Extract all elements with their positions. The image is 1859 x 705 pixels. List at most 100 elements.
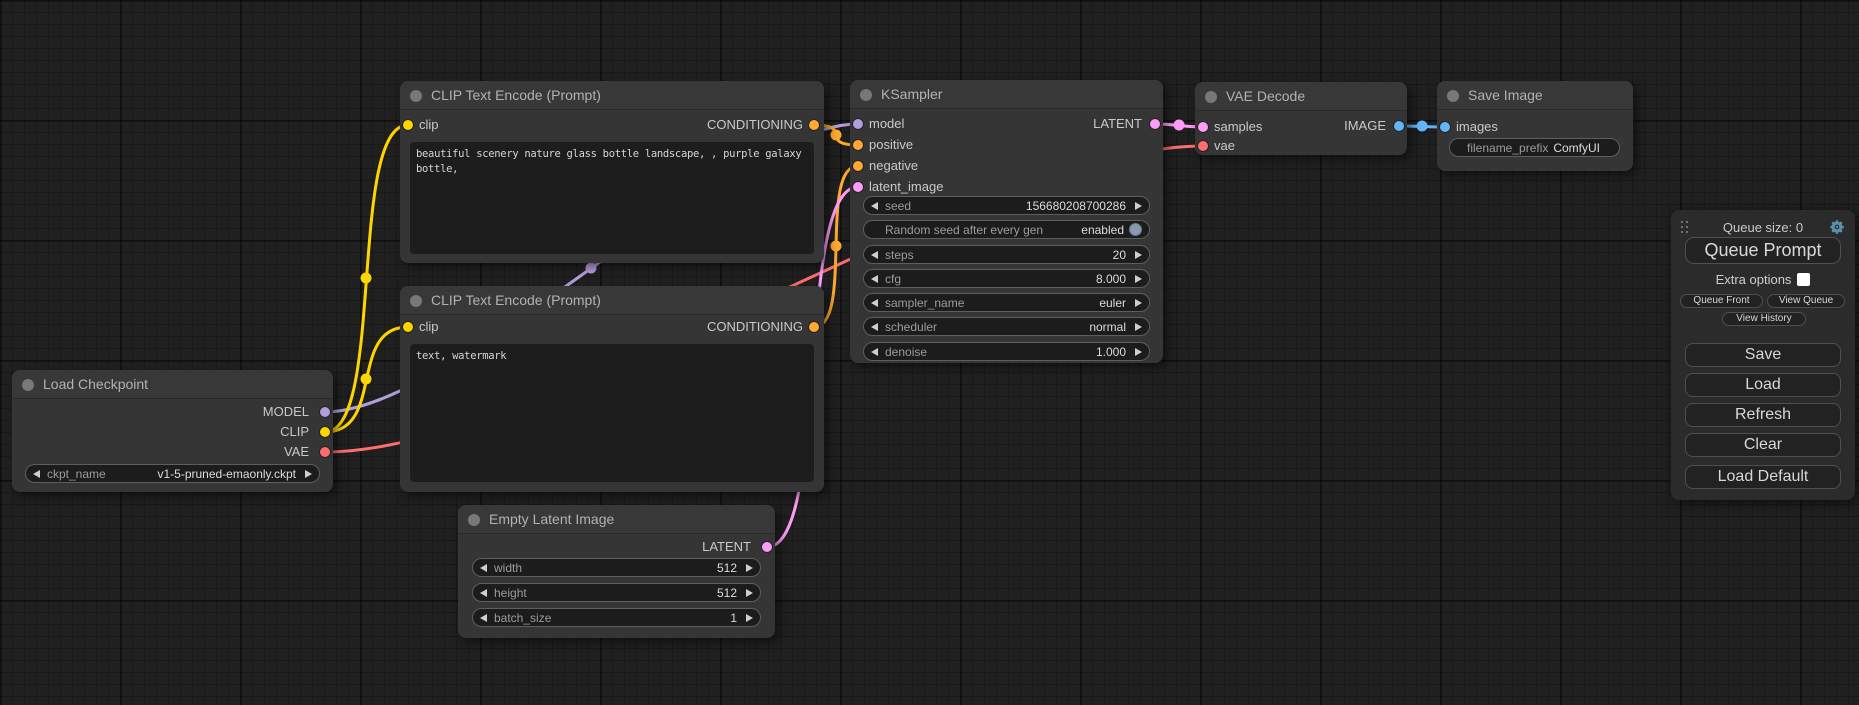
output-port-latent[interactable] <box>762 542 772 552</box>
node-title-bar[interactable]: Load Checkpoint <box>12 370 333 399</box>
output-port-image[interactable] <box>1394 121 1404 131</box>
widget-steps[interactable]: steps 20 <box>863 245 1150 264</box>
arrow-left-icon[interactable] <box>871 202 878 210</box>
node-empty-latent-image[interactable]: Empty Latent Image LATENT width 512 heig… <box>458 505 775 638</box>
node-title-bar[interactable]: CLIP Text Encode (Prompt) <box>400 286 824 315</box>
input-port-vae[interactable] <box>1198 141 1208 151</box>
arrow-left-icon[interactable] <box>871 348 878 356</box>
widget-value: normal <box>1089 320 1126 334</box>
collapse-dot-icon[interactable] <box>1205 91 1217 103</box>
arrow-right-icon[interactable] <box>1135 323 1142 331</box>
input-port-samples[interactable] <box>1198 122 1208 132</box>
arrow-right-icon[interactable] <box>1135 299 1142 307</box>
widget-cfg[interactable]: cfg 8.000 <box>863 269 1150 288</box>
widget-scheduler[interactable]: scheduler normal <box>863 317 1150 336</box>
node-title: VAE Decode <box>1226 88 1305 104</box>
arrow-right-icon[interactable] <box>746 589 753 597</box>
node-clip-text-encode-positive[interactable]: CLIP Text Encode (Prompt) clip CONDITION… <box>400 81 824 263</box>
extra-options-checkbox[interactable] <box>1797 273 1810 286</box>
widget-denoise[interactable]: denoise 1.000 <box>863 342 1150 361</box>
view-queue-button[interactable]: View Queue <box>1767 294 1845 308</box>
node-title-bar[interactable]: VAE Decode <box>1195 82 1407 111</box>
node-title-bar[interactable]: KSampler <box>850 80 1163 109</box>
node-clip-text-encode-negative[interactable]: CLIP Text Encode (Prompt) clip CONDITION… <box>400 286 824 492</box>
collapse-dot-icon[interactable] <box>860 89 872 101</box>
refresh-button[interactable]: Refresh <box>1685 403 1841 427</box>
load-button[interactable]: Load <box>1685 373 1841 397</box>
widget-width[interactable]: width 512 <box>472 558 761 577</box>
widget-sampler-name[interactable]: sampler_name euler <box>863 293 1150 312</box>
prompt-textarea[interactable]: beautiful scenery nature glass bottle la… <box>410 142 814 254</box>
node-title-bar[interactable]: Save Image <box>1437 81 1633 110</box>
arrow-left-icon[interactable] <box>871 323 878 331</box>
output-port-clip[interactable] <box>320 427 330 437</box>
output-port-conditioning[interactable] <box>809 120 819 130</box>
widget-value: 512 <box>717 561 737 575</box>
widget-batch-size[interactable]: batch_size 1 <box>472 608 761 627</box>
wire-midpoint-dot <box>586 263 597 274</box>
node-title: CLIP Text Encode (Prompt) <box>431 292 601 308</box>
queue-prompt-button[interactable]: Queue Prompt <box>1685 237 1841 264</box>
input-label-clip: clip <box>419 117 439 133</box>
arrow-right-icon[interactable] <box>1135 275 1142 283</box>
widget-filename-prefix[interactable]: filename_prefix ComfyUI <box>1449 138 1620 157</box>
arrow-right-icon[interactable] <box>746 614 753 622</box>
toggle-dot-icon[interactable] <box>1129 223 1142 236</box>
arrow-right-icon[interactable] <box>746 564 753 572</box>
collapse-dot-icon[interactable] <box>410 295 422 307</box>
output-port-vae[interactable] <box>320 447 330 457</box>
input-port-clip[interactable] <box>403 120 413 130</box>
widget-value: 20 <box>1113 248 1126 262</box>
arrow-right-icon[interactable] <box>1135 251 1142 259</box>
queue-front-button[interactable]: Queue Front <box>1680 294 1763 308</box>
widget-seed[interactable]: seed 156680208700286 <box>863 196 1150 215</box>
arrow-right-icon[interactable] <box>1135 202 1142 210</box>
input-label-vae: vae <box>1214 138 1235 154</box>
input-port-positive[interactable] <box>853 140 863 150</box>
output-port-latent[interactable] <box>1150 119 1160 129</box>
node-title-bar[interactable]: Empty Latent Image <box>458 505 775 534</box>
node-load-checkpoint[interactable]: Load Checkpoint MODEL CLIP VAE ckpt_name… <box>12 370 333 492</box>
save-button[interactable]: Save <box>1685 343 1841 367</box>
output-port-conditioning[interactable] <box>809 322 819 332</box>
arrow-left-icon[interactable] <box>480 564 487 572</box>
widget-height[interactable]: height 512 <box>472 583 761 602</box>
arrow-left-icon[interactable] <box>480 589 487 597</box>
arrow-right-icon[interactable] <box>305 470 312 478</box>
arrow-left-icon[interactable] <box>480 614 487 622</box>
output-port-model[interactable] <box>320 407 330 417</box>
load-default-button[interactable]: Load Default <box>1685 465 1841 489</box>
arrow-left-icon[interactable] <box>871 251 878 259</box>
node-save-image[interactable]: Save Image images filename_prefix ComfyU… <box>1437 81 1633 171</box>
widget-label: ckpt_name <box>47 467 106 481</box>
prompt-textarea[interactable]: text, watermark <box>410 344 814 482</box>
view-history-button[interactable]: View History <box>1722 312 1806 326</box>
node-title-bar[interactable]: CLIP Text Encode (Prompt) <box>400 81 824 110</box>
input-port-negative[interactable] <box>853 161 863 171</box>
input-port-latent-image[interactable] <box>853 182 863 192</box>
widget-random-seed-toggle[interactable]: Random seed after every gen enabled <box>863 220 1150 239</box>
wire-midpoint-dot <box>831 241 842 252</box>
collapse-dot-icon[interactable] <box>22 379 34 391</box>
widget-label: sampler_name <box>885 296 964 310</box>
input-port-model[interactable] <box>853 119 863 129</box>
arrow-left-icon[interactable] <box>33 470 40 478</box>
wire-midpoint-dot <box>831 130 842 141</box>
widget-value: 1.000 <box>1096 345 1126 359</box>
collapse-dot-icon[interactable] <box>410 90 422 102</box>
collapse-dot-icon[interactable] <box>468 514 480 526</box>
collapse-dot-icon[interactable] <box>1447 90 1459 102</box>
gear-icon[interactable] <box>1829 219 1845 235</box>
widget-ckpt-name[interactable]: ckpt_name v1-5-pruned-emaonly.ckpt <box>25 464 320 483</box>
input-port-images[interactable] <box>1440 122 1450 132</box>
widget-label: steps <box>885 248 914 262</box>
node-ksampler[interactable]: KSampler model positive negative latent_… <box>850 80 1163 363</box>
arrow-left-icon[interactable] <box>871 299 878 307</box>
node-vae-decode[interactable]: VAE Decode samples vae IMAGE <box>1195 82 1407 155</box>
arrow-right-icon[interactable] <box>1135 348 1142 356</box>
clear-button[interactable]: Clear <box>1685 433 1841 457</box>
node-title: CLIP Text Encode (Prompt) <box>431 87 601 103</box>
output-label-conditioning: CONDITIONING <box>707 319 803 335</box>
input-port-clip[interactable] <box>403 322 413 332</box>
arrow-left-icon[interactable] <box>871 275 878 283</box>
